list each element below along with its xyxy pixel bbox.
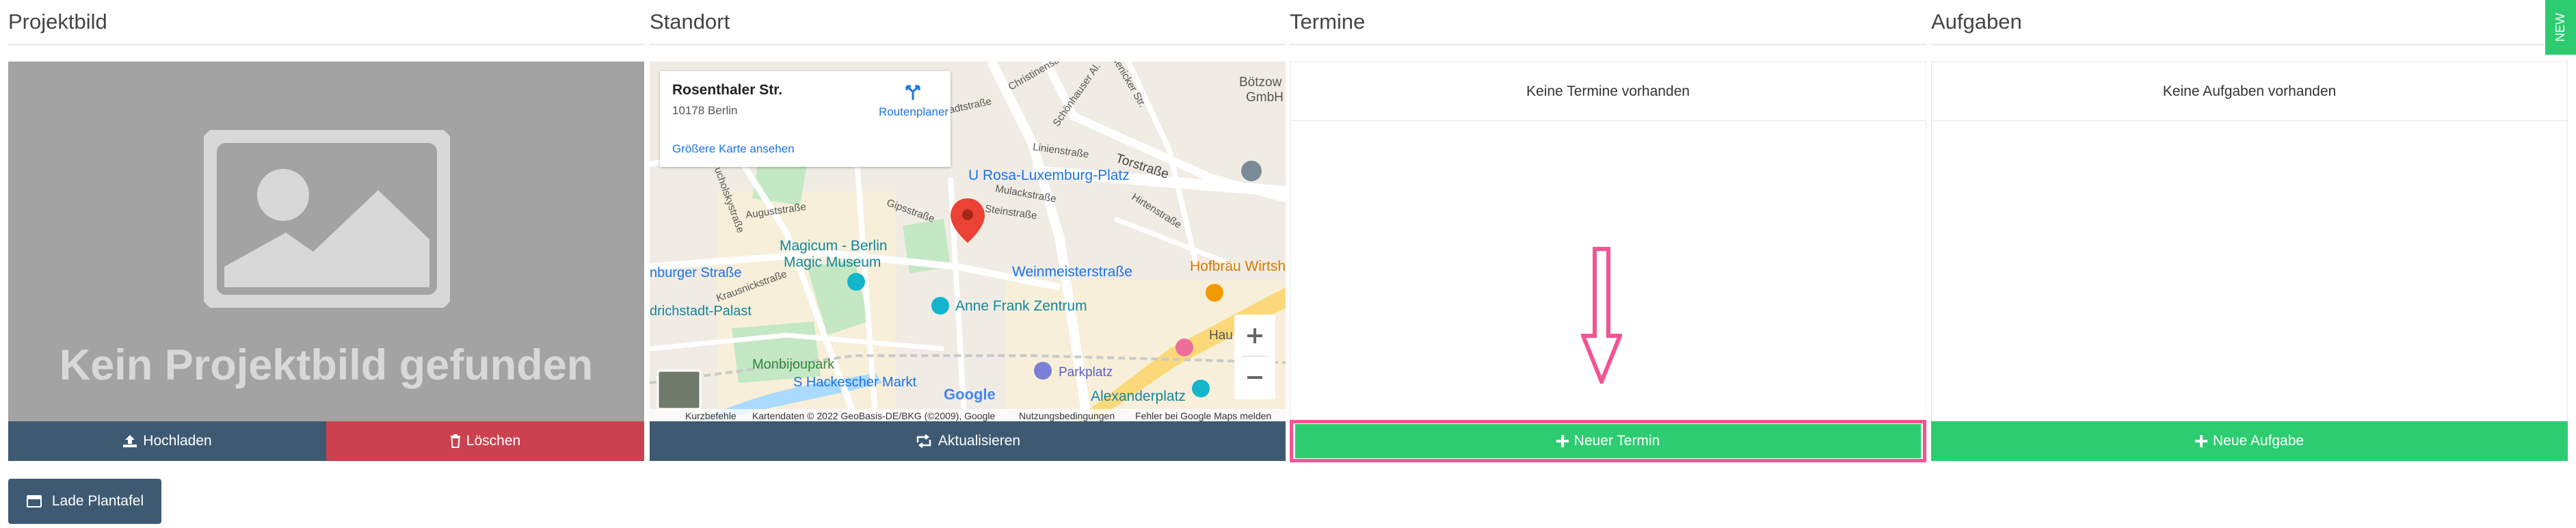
delete-label: Löschen	[466, 433, 521, 449]
calendar-icon	[26, 495, 42, 507]
address-city: 10178 Berlin	[672, 104, 738, 117]
tasks-empty-text: Keine Aufgaben vorhanden	[1932, 62, 2567, 121]
termine-column: Termine Keine Termine vorhanden Neuer Te…	[1290, 0, 1926, 465]
google-logo: Google	[944, 386, 996, 403]
zoom-out-button[interactable]	[1234, 357, 1275, 398]
new-appointment-button[interactable]: Neuer Termin	[1295, 424, 1921, 458]
map-place-label: drichstadt-Palast	[650, 304, 752, 319]
project-image-placeholder: Kein Projektbild gefunden	[8, 62, 644, 421]
divider	[1290, 44, 1926, 45]
delete-button[interactable]: Löschen	[326, 421, 644, 461]
appointments-empty-text: Keine Termine vorhanden	[1290, 62, 1926, 121]
appointments-list: Keine Termine vorhanden	[1290, 62, 1926, 421]
map-data-attribution: Kartendaten © 2022 GeoBasis-DE/BKG (©200…	[752, 410, 996, 421]
map-place-label: Magic Museum	[784, 254, 881, 270]
map[interactable]: U Rosa-Luxemburg-Platz Torstraße Magicum…	[650, 62, 1286, 421]
plus-icon	[1556, 435, 1569, 447]
map-place-label: Magicum - Berlin	[780, 238, 888, 254]
divider	[1931, 44, 2568, 45]
projektbild-title: Projektbild	[8, 10, 107, 34]
map-place-label: GmbH	[1246, 90, 1284, 105]
map-place-label: U Rosa-Luxemburg-Platz	[968, 168, 1130, 183]
upload-button[interactable]: Hochladen	[8, 421, 326, 461]
map-place-label: Hofbräu Wirtsh	[1190, 259, 1286, 274]
map-terms-link[interactable]: Nutzungsbedingungen	[1019, 410, 1115, 421]
no-image-text: Kein Projektbild gefunden	[59, 341, 594, 389]
new-task-button[interactable]: Neue Aufgabe	[1931, 421, 2568, 461]
arrow-down-icon	[1581, 247, 1622, 384]
zoom-in-button[interactable]	[1234, 315, 1275, 356]
map-report-link[interactable]: Fehler bei Google Maps melden	[1135, 410, 1271, 421]
directions-icon	[905, 85, 920, 100]
route-planner-button[interactable]: Routenplaner	[879, 81, 949, 129]
map-place-label: Weinmeisterstraße	[1012, 264, 1132, 280]
map-place-label: Bötzow	[1239, 75, 1282, 90]
image-placeholder-icon	[204, 130, 450, 308]
projektbild-column: Projektbild Kein Projektbild gefunden Ho…	[8, 0, 644, 465]
route-planner-label: Routenplaner	[879, 105, 949, 118]
aufgaben-title: Aufgaben	[1931, 10, 2022, 34]
larger-map-link[interactable]: Größere Karte ansehen	[672, 142, 795, 156]
refresh-icon	[916, 434, 931, 448]
map-place-label: Parkplatz	[1059, 365, 1113, 380]
map-place-label: Hau	[1209, 328, 1233, 343]
map-place-label: Alexanderplatz	[1091, 388, 1186, 404]
upload-icon	[123, 435, 137, 447]
load-plantafel-label: Lade Plantafel	[51, 493, 144, 509]
refresh-label: Aktualisieren	[938, 433, 1021, 449]
standort-column: Standort U Rosa-Luxemburg-Platz Torstraß…	[650, 0, 1286, 465]
divider	[8, 44, 644, 45]
map-place-label: Anne Frank Zentrum	[955, 298, 1087, 314]
aufgaben-column: Aufgaben Keine Aufgaben vorhanden Neue A…	[1931, 0, 2568, 465]
standort-title: Standort	[650, 10, 730, 34]
map-place-label: Monbijoupark	[752, 357, 835, 372]
map-place-label: S Hackescher Markt	[793, 375, 917, 390]
new-task-label: Neue Aufgabe	[2212, 433, 2305, 449]
map-shortcuts-link[interactable]: Kurzbefehle	[685, 410, 736, 421]
plus-icon	[2194, 435, 2207, 447]
refresh-button[interactable]: Aktualisieren	[650, 421, 1286, 461]
new-appointment-label: Neuer Termin	[1574, 433, 1660, 449]
termine-title: Termine	[1290, 10, 1366, 34]
address-street: Rosenthaler Str.	[672, 82, 783, 98]
satellite-toggle[interactable]	[658, 371, 700, 409]
divider	[650, 44, 1286, 45]
map-info-card: Rosenthaler Str. 10178 Berlin Routenplan…	[660, 71, 951, 167]
tasks-list: Keine Aufgaben vorhanden	[1931, 62, 2568, 421]
load-plantafel-button[interactable]: Lade Plantafel	[8, 479, 161, 524]
trash-icon	[450, 434, 460, 448]
new-side-tab[interactable]: NEW	[2545, 0, 2576, 55]
map-place-label: nburger Straße	[650, 265, 742, 280]
new-side-tab-label: NEW	[2553, 13, 2567, 42]
upload-label: Hochladen	[143, 433, 212, 449]
